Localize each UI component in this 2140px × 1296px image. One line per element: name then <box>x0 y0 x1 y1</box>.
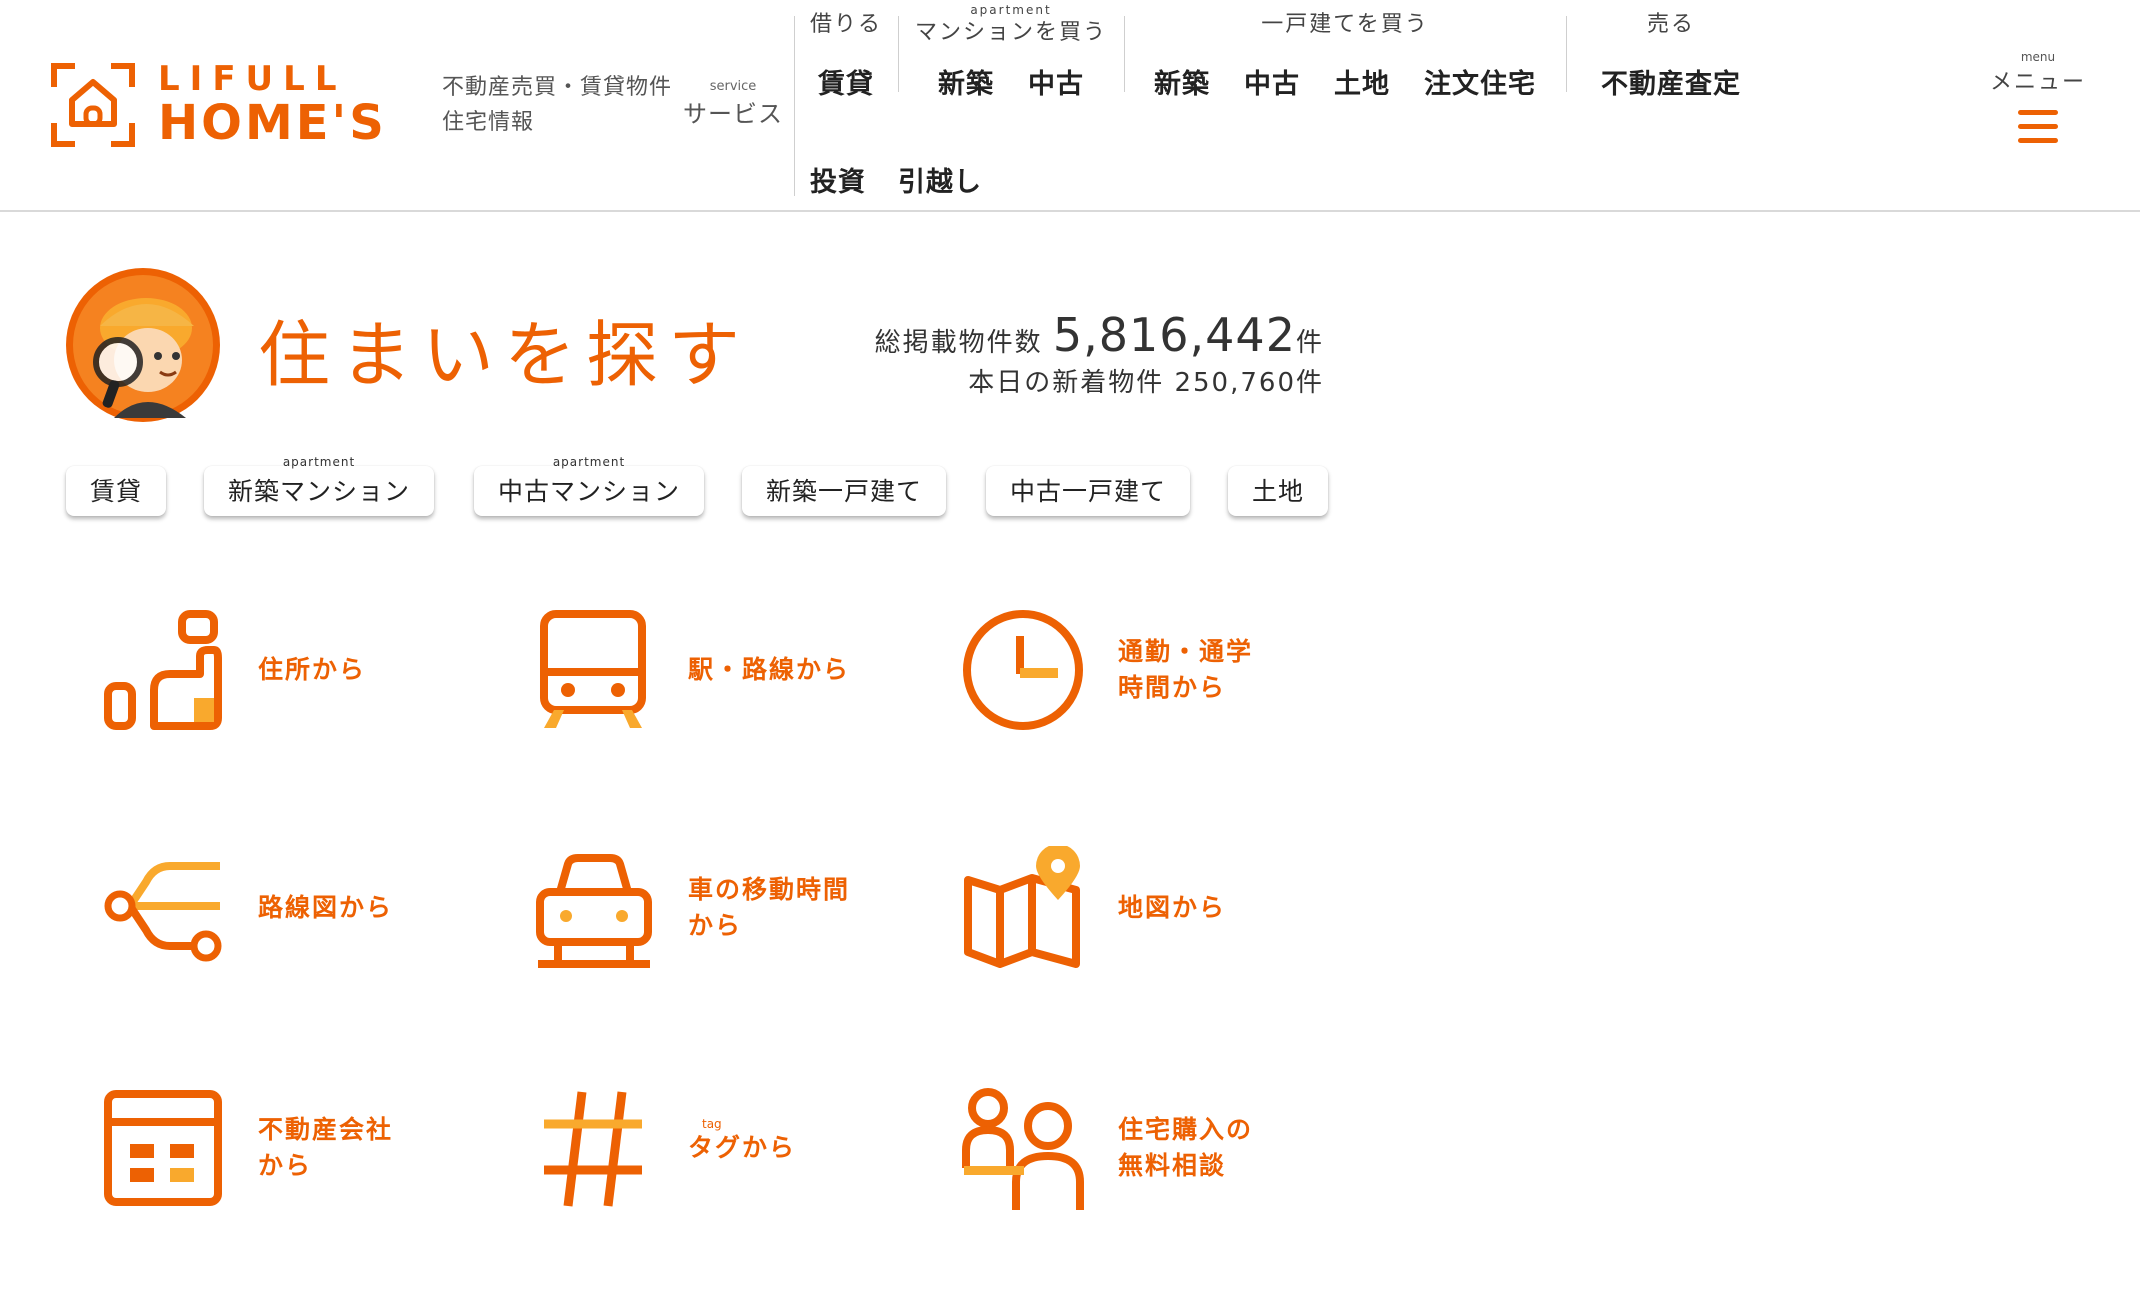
nav-item-custom-house[interactable]: 注文住宅 <box>1424 62 1536 101</box>
logo-text-lifull: LIFULL <box>158 59 347 99</box>
tab-rent[interactable]: 賃貸 <box>66 466 166 516</box>
nav-group-title: 売る <box>1646 12 1695 37</box>
method-sup: tag <box>702 1117 722 1131</box>
search-by-agency[interactable]: 不動産会社 から <box>100 1086 500 1210</box>
tab-land[interactable]: 土地 <box>1228 466 1328 516</box>
nav-item-used-house[interactable]: 中古 <box>1244 62 1300 101</box>
nav-item-new-house[interactable]: 新築 <box>1154 62 1210 101</box>
site-description-line2: 住宅情報 <box>442 110 535 135</box>
search-by-commute[interactable]: 通勤・通学 時間から <box>960 608 1360 732</box>
train-icon <box>540 610 646 728</box>
method-label: 通勤・通学 <box>1118 637 1254 666</box>
property-counts: 総掲載物件数 5,816,442件 本日の新着物件 250,760件 <box>875 308 1324 399</box>
method-label: 時間から <box>1118 673 1227 702</box>
nav-group-sell: 売る 不動産査定 <box>1566 8 1776 101</box>
nav-group-house: 一戸建てを買う 新築 中古 土地 注文住宅 <box>1124 8 1566 101</box>
mascot-detective-icon <box>66 268 220 422</box>
method-label: 駅・路線から <box>688 655 851 684</box>
nav-item-rent[interactable]: 賃貸 <box>818 62 874 101</box>
total-count-label: 総掲載物件数 <box>874 328 1043 358</box>
method-label: 地図から <box>1118 893 1227 922</box>
today-count-label: 本日の新着物件 <box>968 368 1165 398</box>
tab-sup: apartment <box>552 455 626 469</box>
search-by-route-map[interactable]: 路線図から <box>100 846 500 970</box>
menu-button[interactable]: menu メニュー <box>1988 50 2088 152</box>
nav-group-sup: apartment <box>970 3 1052 17</box>
tab-used-mansion[interactable]: apartment 中古マンション <box>474 456 704 516</box>
hamburger-icon <box>2018 110 2058 143</box>
method-label: 車の移動時間 <box>688 875 851 904</box>
clock-icon <box>963 610 1083 730</box>
tab-new-mansion[interactable]: apartment 新築マンション <box>204 456 434 516</box>
site-header: LIFULL HOME'S 不動産売買・賃貸物件 住宅情報 service サー… <box>0 0 2140 212</box>
service-link[interactable]: service サービス <box>683 80 783 129</box>
nav-item-used-mansion[interactable]: 中古 <box>1028 62 1084 101</box>
nav-item-investment[interactable]: 投資 <box>810 160 866 199</box>
nav-group-title: マンションを買う <box>914 20 1107 45</box>
nav-item-new-mansion[interactable]: 新築 <box>938 62 994 101</box>
total-count-value: 5,816,442 <box>1052 308 1296 362</box>
method-label: 路線図から <box>258 893 394 922</box>
house-logo-icon <box>51 63 135 147</box>
car-icon <box>536 854 652 968</box>
today-count-value: 250,760件 <box>1174 368 1324 398</box>
search-free-consultation[interactable]: 住宅購入の 無料相談 <box>960 1086 1360 1210</box>
tab-label: 中古マンション <box>497 477 680 506</box>
nav-group-mansion: apartment マンションを買う 新築 中古 <box>898 4 1124 101</box>
nav-item-appraisal[interactable]: 不動産査定 <box>1601 62 1741 101</box>
site-description: 不動産売買・賃貸物件 住宅情報 <box>442 70 672 140</box>
address-icon <box>104 610 222 730</box>
nav-group-other: 投資 引越し <box>810 160 1010 199</box>
search-by-address[interactable]: 住所から <box>100 608 500 732</box>
method-label: 住所から <box>258 655 367 684</box>
search-by-car-time[interactable]: 車の移動時間 から <box>530 846 930 970</box>
total-count-unit: 件 <box>1295 328 1324 358</box>
search-by-train[interactable]: 駅・路線から <box>530 608 930 732</box>
search-by-map[interactable]: 地図から <box>960 846 1360 970</box>
tab-label: 土地 <box>1251 477 1304 506</box>
tab-sup: apartment <box>282 455 356 469</box>
method-label: 不動産会社 <box>258 1115 394 1144</box>
tab-label: 賃貸 <box>89 477 142 506</box>
method-label: tag タグから <box>688 1118 797 1166</box>
method-label: 住宅購入の <box>1118 1115 1254 1144</box>
tab-label: 新築一戸建て <box>765 477 922 506</box>
tab-new-house[interactable]: 新築一戸建て <box>742 466 946 516</box>
tab-used-house[interactable]: 中古一戸建て <box>986 466 1190 516</box>
site-description-line1: 不動産売買・賃貸物件 <box>442 75 673 100</box>
method-label: 無料相談 <box>1118 1151 1227 1180</box>
map-pin-icon <box>964 846 1080 968</box>
nav-group-rent: 借りる 賃貸 <box>794 8 898 101</box>
service-sup: service <box>709 79 757 94</box>
site-logo[interactable]: LIFULL HOME'S <box>50 60 410 150</box>
search-by-tag[interactable]: tag タグから <box>530 1086 930 1210</box>
menu-label: メニュー <box>1989 70 2086 95</box>
service-label: サービス <box>683 100 783 128</box>
method-label: から <box>688 911 743 940</box>
route-map-icon <box>104 862 222 962</box>
search-title: 住まいを探す <box>258 313 751 397</box>
nav-item-moving[interactable]: 引越し <box>898 160 982 199</box>
method-label: から <box>258 1151 313 1180</box>
nav-group-title: 一戸建てを買う <box>1261 12 1429 37</box>
logo-text-homes: HOME'S <box>158 95 387 151</box>
tab-label: 新築マンション <box>227 477 410 506</box>
nav-item-land[interactable]: 土地 <box>1334 62 1390 101</box>
hashtag-icon <box>544 1091 642 1207</box>
consultation-people-icon <box>962 1088 1084 1210</box>
nav-group-title: 借りる <box>809 12 882 37</box>
menu-sup: menu <box>2020 50 2056 64</box>
tab-label: 中古一戸建て <box>1009 477 1166 506</box>
building-icon <box>104 1090 222 1206</box>
method-label-text: タグから <box>688 1133 797 1162</box>
